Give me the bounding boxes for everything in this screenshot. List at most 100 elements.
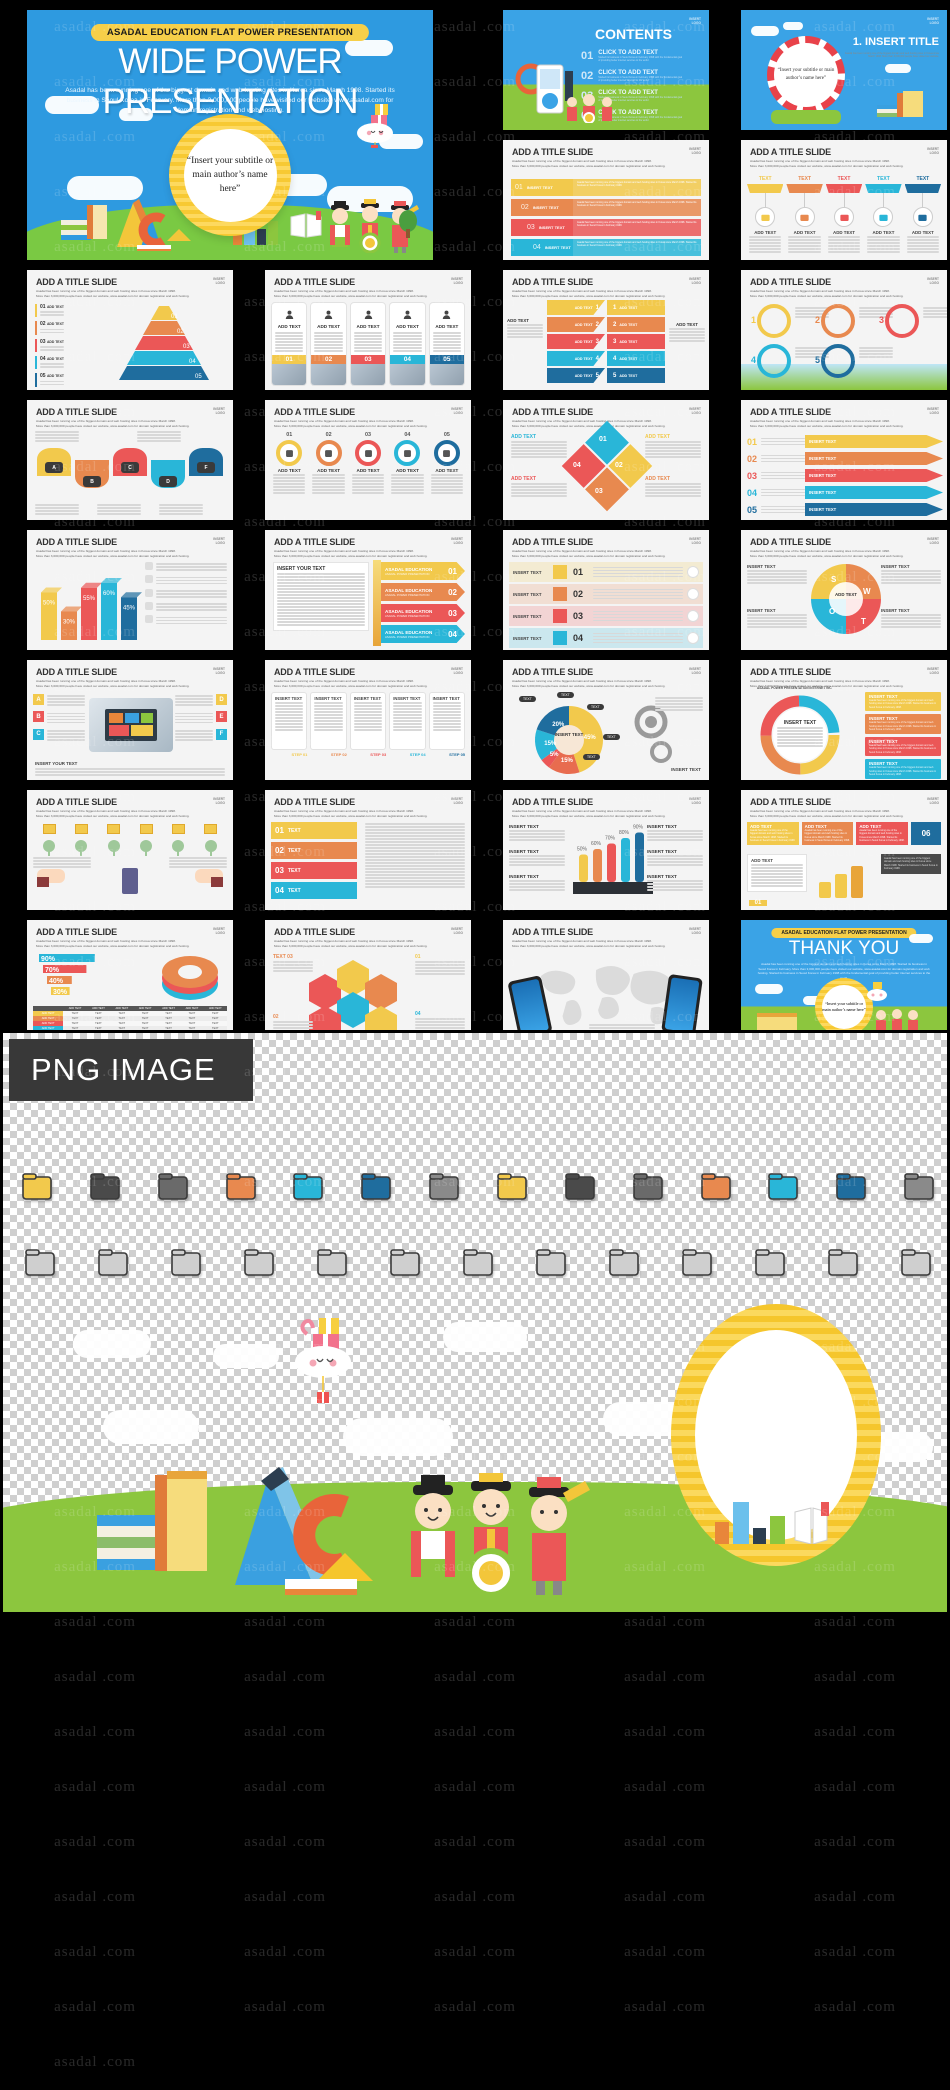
- band-row[interactable]: INSERT TEXT 01: [509, 562, 703, 582]
- slide-thumbnail[interactable]: ADD A TITLE SLIDE Asadal has been runnin…: [503, 920, 709, 1040]
- wave-item[interactable]: D: [149, 448, 187, 494]
- insert-logo[interactable]: INSERT LOGO: [451, 667, 463, 675]
- card-swipe-icon[interactable]: [661, 1244, 734, 1284]
- slide-thumbnail[interactable]: ADD A TITLE SLIDE Asadal has been runnin…: [503, 140, 709, 260]
- slide-thumbnail[interactable]: ADD A TITLE SLIDE Asadal has been runnin…: [27, 920, 233, 1040]
- insert-logo[interactable]: INSERT LOGO: [689, 797, 701, 805]
- insert-logo[interactable]: INSERT LOGO: [213, 667, 225, 675]
- info-card[interactable]: ADD TEXT 04 INSERT TEXT: [389, 302, 426, 386]
- hero-subtitle-circle[interactable]: “Insert your subtitle or main author’s n…: [169, 114, 291, 236]
- numbered-bar[interactable]: 02 TEXT: [271, 842, 357, 859]
- box-icon[interactable]: [74, 824, 88, 834]
- magnifier-icon[interactable]: [274, 1168, 342, 1208]
- insert-logo[interactable]: INSERT LOGO: [689, 147, 701, 155]
- abc-row[interactable]: C: [33, 728, 85, 742]
- step-block[interactable]: 03 INSERT TEXT: [511, 218, 573, 236]
- mobile-phone-icon[interactable]: [588, 1244, 661, 1284]
- slide-thumbnail[interactable]: ADD A TITLE SLIDE Asadal has been runnin…: [265, 530, 471, 650]
- circle-icon-item[interactable]: 04 ADD TEXT: [389, 432, 425, 495]
- lightbulb-icon[interactable]: [441, 1244, 514, 1284]
- banner-arrow[interactable]: ASADAL EDUCATION ASADAL POWER PRESENTATI…: [381, 604, 465, 622]
- insert-logo[interactable]: INSERT LOGO: [213, 927, 225, 935]
- ring-item[interactable]: 2: [815, 304, 893, 340]
- slide-thumbnail[interactable]: ADD A TITLE SLIDE Asadal has been runnin…: [503, 530, 709, 650]
- info-card[interactable]: ADD TEXT 01 INSERT TEXT: [271, 302, 308, 386]
- banner-tag[interactable]: INSERT TEXT Asadal has been running one …: [865, 736, 941, 757]
- ring-item[interactable]: 4: [751, 344, 829, 380]
- chevron-left-item[interactable]: ADD TEXT 5: [547, 368, 605, 383]
- insert-logo[interactable]: INSERT LOGO: [689, 407, 701, 415]
- slide-thumbnail[interactable]: ADD A TITLE SLIDE Asadal has been runnin…: [265, 400, 471, 520]
- wrench-screwdriver-icon[interactable]: [749, 1168, 817, 1208]
- band-row[interactable]: INSERT TEXT 04: [509, 628, 703, 648]
- gear-settings-icon[interactable]: [368, 1244, 441, 1284]
- smartphone-chat-icon[interactable]: [71, 1168, 139, 1208]
- floppy-disk-icon[interactable]: [410, 1168, 478, 1208]
- scene-subtitle-circle[interactable]: [671, 1304, 881, 1566]
- legend-item[interactable]: 03 ADD TEXT: [35, 338, 109, 353]
- circle-icon-item[interactable]: 05 ADD TEXT: [429, 432, 465, 495]
- arrow-row[interactable]: 02 INSERT TEXT: [747, 451, 943, 466]
- band-icon[interactable]: [687, 566, 699, 578]
- pie-callout[interactable]: TEXT: [519, 696, 536, 702]
- slide-thumbnail[interactable]: ADD A TITLE SLIDE Asadal has been runnin…: [503, 270, 709, 390]
- abc-row[interactable]: B: [33, 711, 85, 724]
- slide-thumbnail[interactable]: ADD A TITLE SLIDE Asadal has been runnin…: [27, 270, 233, 390]
- legend-item[interactable]: 01 ADD TEXT: [35, 304, 109, 318]
- slide-thumbnail[interactable]: ADD A TITLE SLIDE Asadal has been runnin…: [265, 660, 471, 780]
- tag-card[interactable]: ADD TEXT Asadal has been running one of …: [747, 822, 799, 845]
- box-icon[interactable]: [139, 824, 153, 834]
- legend-row[interactable]: [145, 602, 227, 612]
- contents-item[interactable]: 02 CLICK TO ADD TEXT Started its busines…: [581, 70, 684, 83]
- step-row[interactable]: 04 INSERT TEXT Asadal has been running o…: [511, 238, 701, 256]
- ribbon-item[interactable]: TEXT ADD TEXT: [865, 176, 902, 254]
- circle-icon-item[interactable]: 02 ADD TEXT: [310, 432, 346, 495]
- insert-logo[interactable]: INSERT LOGO: [213, 277, 225, 285]
- insert-logo[interactable]: INSERT LOGO: [451, 927, 463, 935]
- def-row[interactable]: F: [175, 728, 227, 742]
- wave-item[interactable]: A: [35, 448, 73, 494]
- insert-logo[interactable]: INSERT LOGO: [689, 277, 701, 285]
- legend-row[interactable]: [145, 562, 227, 572]
- wave-item[interactable]: F: [187, 448, 225, 494]
- ring-item[interactable]: 3: [879, 304, 947, 340]
- insert-logo[interactable]: INSERT LOGO: [689, 17, 701, 25]
- insert-logo[interactable]: INSERT LOGO: [689, 667, 701, 675]
- slide-thumbnail[interactable]: ADD A TITLE SLIDE Asadal has been runnin…: [27, 400, 233, 520]
- slide-thumbnail[interactable]: ADD A TITLE SLIDE Asadal has been runnin…: [503, 790, 709, 910]
- box-icon[interactable]: [171, 824, 185, 834]
- info-card[interactable]: ADD TEXT 02 INSERT TEXT: [310, 302, 347, 386]
- step-block[interactable]: 02 INSERT TEXT: [511, 198, 573, 216]
- band-icon[interactable]: [687, 632, 699, 644]
- ribbon-item[interactable]: TEXT ADD TEXT: [786, 176, 823, 254]
- swot-note[interactable]: INSERT TEXT: [881, 564, 941, 585]
- legend-item[interactable]: 04 ADD TEXT: [35, 356, 109, 370]
- band-row[interactable]: INSERT TEXT 02: [509, 584, 703, 604]
- insert-logo[interactable]: INSERT LOGO: [689, 927, 701, 935]
- info-card[interactable]: ADD TEXT 03 INSERT TEXT: [349, 302, 387, 386]
- banner-tag[interactable]: INSERT TEXT Asadal has been running one …: [865, 759, 941, 779]
- band-icon[interactable]: [687, 610, 699, 622]
- insert-logo[interactable]: INSERT LOGO: [451, 277, 463, 285]
- ribbon-item[interactable]: TEXT ADD TEXT: [747, 176, 784, 254]
- step-block[interactable]: 01 INSERT TEXT: [511, 178, 573, 196]
- target-icon[interactable]: [834, 207, 855, 227]
- ribbon-item[interactable]: TEXT ADD TEXT: [904, 176, 942, 254]
- slide-thumbnail[interactable]: INSERT LOGO CONTENTS 01 CLICK TO ADD TEXT…: [503, 10, 709, 130]
- band-row[interactable]: INSERT TEXT 03: [509, 606, 703, 626]
- hourglass-outline-icon[interactable]: [295, 1244, 368, 1284]
- legend-item[interactable]: 02 ADD TEXT: [35, 321, 109, 335]
- step-row[interactable]: 03 INSERT TEXT Asadal has been running o…: [511, 218, 701, 236]
- slide-thumbnail[interactable]: ADD A TITLE SLIDE Asadal has been runnin…: [741, 270, 947, 390]
- slide-thumbnail[interactable]: ADD A TITLE SLIDE Asadal has been runnin…: [741, 400, 947, 520]
- slide-thumbnail[interactable]: ADD A TITLE SLIDE Asadal has been runnin…: [741, 140, 947, 260]
- insert-logo[interactable]: INSERT LOGO: [927, 147, 939, 155]
- at-sign-icon[interactable]: [682, 1168, 750, 1208]
- swot-note[interactable]: INSERT TEXT: [747, 564, 807, 585]
- slide-thumbnail[interactable]: ADD A TITLE SLIDE Asadal has been runnin…: [265, 920, 471, 1040]
- arrow-row[interactable]: 05 INSERT TEXT: [747, 502, 943, 517]
- slide-thumbnail[interactable]: ADD A TITLE SLIDE Asadal has been runnin…: [265, 790, 471, 910]
- step-block[interactable]: 04 INSERT TEXT: [511, 238, 573, 256]
- chevron-left-item[interactable]: ADD TEXT 3: [547, 334, 605, 349]
- box-icon[interactable]: [204, 824, 218, 834]
